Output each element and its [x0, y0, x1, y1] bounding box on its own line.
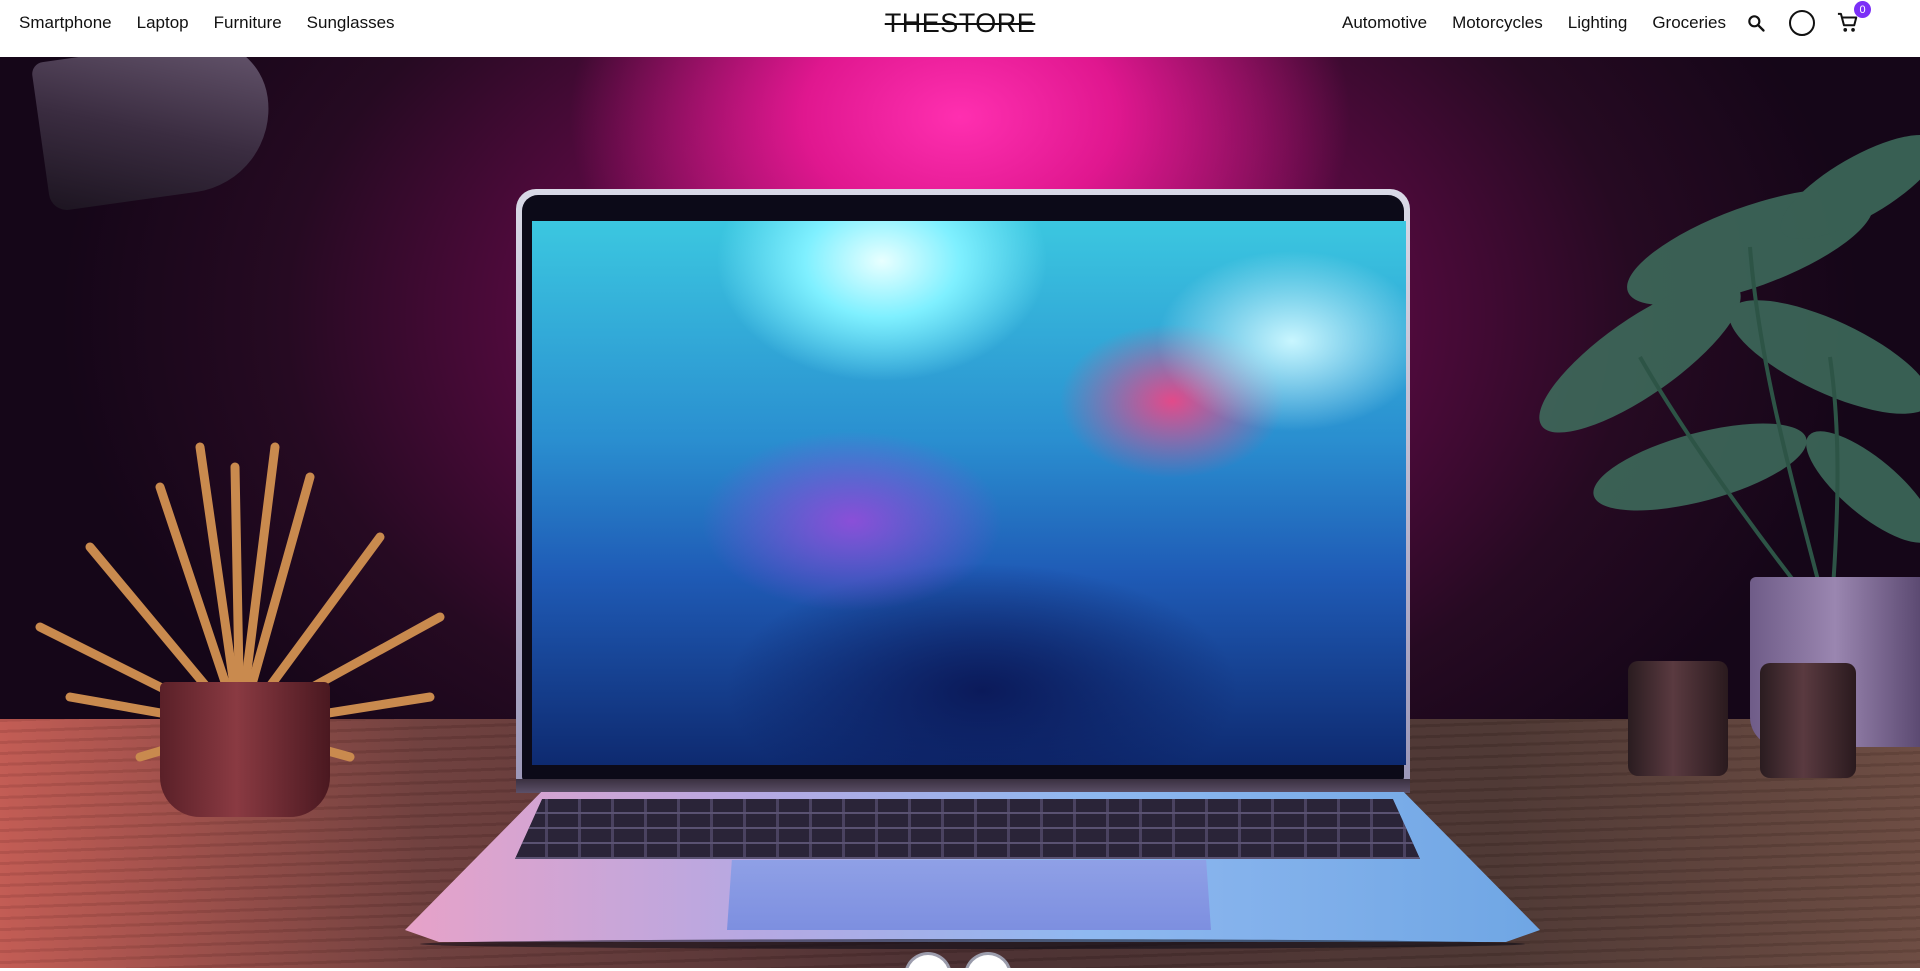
plant-left-pot — [160, 682, 330, 817]
primary-nav-right: Automotive Motorcycles Lighting Grocerie… — [1342, 0, 1726, 46]
user-icon[interactable] — [1789, 10, 1815, 36]
cart-icon[interactable]: 0 — [1835, 1, 1871, 36]
arrow-left-icon — [917, 965, 939, 968]
nav-link-laptop[interactable]: Laptop — [137, 13, 189, 33]
laptop-trackpad — [727, 860, 1211, 930]
slider-prev-button[interactable] — [907, 955, 949, 968]
laptop-screen-wallpaper — [532, 221, 1406, 765]
nav-link-groceries[interactable]: Groceries — [1652, 13, 1726, 33]
candle-holder — [1628, 661, 1728, 776]
plant-right-foliage — [1539, 135, 1920, 629]
search-icon[interactable] — [1743, 10, 1769, 36]
hero-banner — [0, 57, 1920, 968]
user-avatar-circle — [1789, 10, 1815, 36]
store-logo[interactable]: THESTORE — [885, 8, 1036, 39]
header-actions: 0 — [1743, 1, 1871, 36]
candle-holder — [1760, 663, 1856, 778]
nav-link-sunglasses[interactable]: Sunglasses — [307, 13, 395, 33]
laptop-hinge — [516, 779, 1410, 793]
hero-slider-controls — [907, 955, 1009, 968]
nav-link-furniture[interactable]: Furniture — [214, 13, 282, 33]
laptop-shadow — [420, 939, 1525, 949]
nav-link-motorcycles[interactable]: Motorcycles — [1452, 13, 1543, 33]
arrow-right-icon — [977, 965, 999, 968]
nav-link-smartphone[interactable]: Smartphone — [19, 13, 112, 33]
site-header: Smartphone Laptop Furniture Sunglasses T… — [0, 0, 1920, 57]
laptop-keyboard — [515, 799, 1420, 859]
nav-link-lighting[interactable]: Lighting — [1568, 13, 1628, 33]
primary-nav-left: Smartphone Laptop Furniture Sunglasses — [19, 0, 395, 46]
nav-link-automotive[interactable]: Automotive — [1342, 13, 1427, 33]
slider-next-button[interactable] — [967, 955, 1009, 968]
lamp-shade — [30, 57, 280, 213]
cart-count-badge: 0 — [1854, 1, 1871, 18]
